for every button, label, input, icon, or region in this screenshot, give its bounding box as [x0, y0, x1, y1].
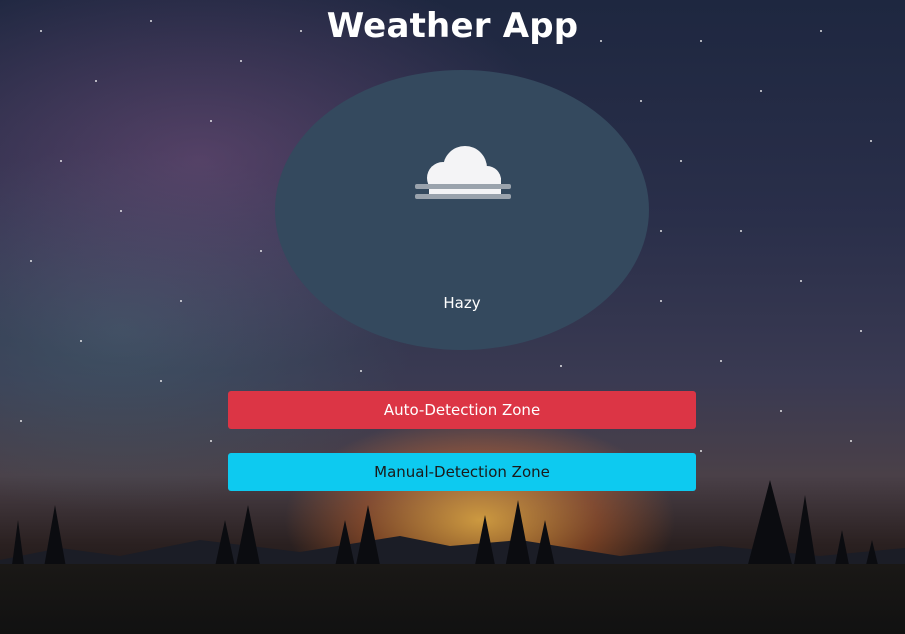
manual-detection-button[interactable]: Manual-Detection Zone	[228, 453, 696, 491]
auto-detection-button[interactable]: Auto-Detection Zone	[228, 391, 696, 429]
foreground-ground	[0, 564, 905, 634]
weather-condition-label: Hazy	[443, 294, 481, 312]
cloud-icon	[415, 146, 511, 199]
page-title: Weather App	[326, 6, 579, 46]
weather-display: Hazy	[275, 70, 649, 350]
